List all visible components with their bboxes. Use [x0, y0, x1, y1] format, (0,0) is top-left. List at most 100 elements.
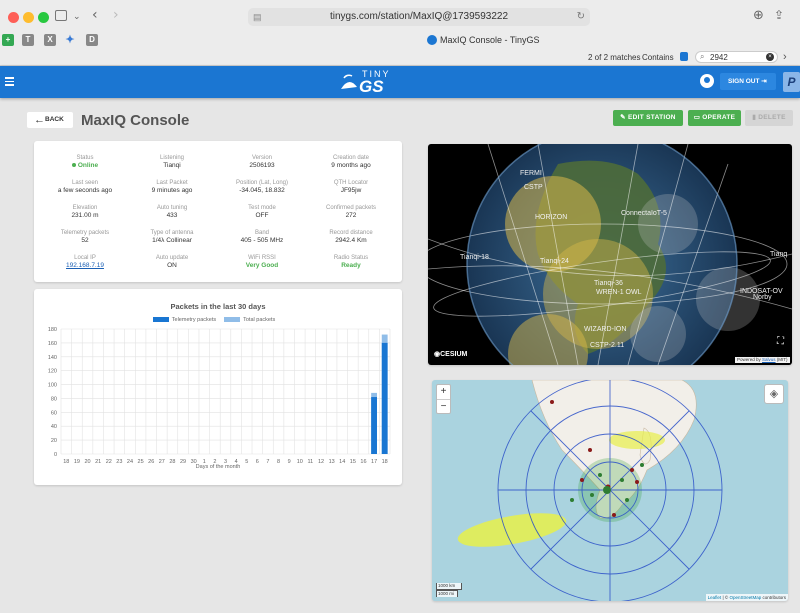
info-field: Elevation 231.00 m	[40, 204, 130, 220]
y-tick-label: 160	[48, 341, 57, 347]
fullscreen-icon[interactable]: ⛶	[777, 337, 787, 347]
zoom-window-button[interactable]	[38, 12, 49, 23]
account-icon[interactable]	[700, 74, 714, 88]
favorite-t-icon[interactable]: T	[22, 34, 34, 46]
satellite-label[interactable]: HORIZON	[535, 214, 567, 222]
favorite-x-icon[interactable]: X	[44, 34, 56, 46]
y-tick-label: 180	[48, 327, 57, 333]
find-next-icon[interactable]: ›	[783, 51, 787, 63]
credit-suffix: (MIT)	[776, 357, 788, 362]
back-button[interactable]: ← BACK	[27, 112, 73, 128]
info-value: Online	[40, 162, 130, 170]
satellite-label[interactable]: CSTP-2.11	[590, 342, 624, 350]
y-tick-label: 80	[51, 396, 57, 402]
operate-button[interactable]: ▭ OPERATE	[688, 110, 741, 126]
chart-x-label: Days of the month	[195, 464, 241, 470]
satellite-label[interactable]: FERMI	[520, 170, 542, 178]
info-value: JF95jw	[340, 187, 362, 194]
back-arrow-icon[interactable]: ‹	[92, 8, 98, 22]
scale-km: 1000 km	[436, 583, 462, 590]
reload-icon[interactable]: ↻	[577, 8, 585, 26]
edit-station-label: EDIT STATION	[628, 114, 676, 121]
info-value: 405 - 505 MHz	[240, 237, 284, 244]
satellite-label[interactable]: Tianqi-24	[540, 258, 569, 266]
find-bar: 2 of 2 matches Contains ⌕ 2942 × ›	[0, 50, 800, 66]
page-settings-icon[interactable]: ▤	[253, 8, 262, 26]
menu-icon[interactable]	[5, 77, 14, 86]
info-label: Last seen	[71, 180, 99, 186]
y-tick-label: 140	[48, 355, 57, 361]
favorite-d-icon[interactable]: D	[86, 34, 98, 46]
tinygs-logo[interactable]: TINY GS	[338, 69, 394, 97]
y-tick-label: 60	[51, 410, 57, 416]
browser-chrome: ⌄ ‹ › ▤ tinygs.com/station/MaxIQ@1739593…	[0, 0, 800, 66]
zoom-out-button[interactable]: −	[437, 400, 450, 414]
osm-link[interactable]: OpenStreetMap	[729, 595, 761, 600]
info-label: Listening	[159, 155, 185, 161]
favorite-star-icon[interactable]: ✦	[64, 34, 76, 46]
coverage-map-canvas[interactable]	[432, 380, 788, 601]
sidebar-icon[interactable]	[55, 10, 67, 21]
satellite-label[interactable]: CSTP	[524, 184, 543, 192]
info-label: Status	[76, 155, 94, 161]
leaflet-link[interactable]: Leaflet	[708, 595, 722, 600]
satellite-label[interactable]: WIZARD-ION	[584, 326, 626, 334]
share-icon[interactable]: ⇪	[774, 8, 784, 22]
sign-out-button[interactable]: SIGN OUT ⇥	[720, 73, 776, 90]
info-label: Confirmed packets	[325, 205, 377, 211]
cesium-text: CESIUM	[440, 351, 468, 358]
forward-arrow-icon[interactable]: ›	[113, 8, 119, 22]
find-mode-chevron-icon[interactable]	[680, 52, 688, 61]
credit-link[interactable]: Salvus	[762, 357, 776, 362]
coverage-map[interactable]: + − ◈ 1000 km 1000 mi Leaflet | © OpenSt…	[432, 380, 788, 601]
info-field: QTH Locator JF95jw	[306, 179, 396, 195]
satellite-label[interactable]: WREN-1 OWL	[596, 289, 642, 297]
station-info-card: Status Online Listening Tianqi Version 250619…	[34, 141, 402, 282]
clear-find-icon[interactable]: ×	[766, 53, 774, 61]
satellite-label[interactable]: Tianq	[770, 251, 787, 259]
logo-gs-text: GS	[359, 77, 384, 96]
status-online-icon	[71, 163, 76, 168]
edit-station-button[interactable]: ✎ EDIT STATION	[613, 110, 683, 126]
info-field: Last Packet 9 minutes ago	[127, 179, 217, 195]
extension-p-icon[interactable]: P	[783, 72, 800, 92]
info-field: Last seen a few seconds ago	[40, 179, 130, 195]
minimize-window-button[interactable]	[23, 12, 34, 23]
favorite-sheets-icon[interactable]: +	[2, 34, 14, 46]
info-label: QTH Locator	[333, 180, 369, 186]
bar-telemetry-packets	[381, 342, 388, 454]
satellite-label[interactable]: ConnectaIoT-5	[621, 210, 667, 218]
info-field: Auto tuning 433	[127, 204, 217, 220]
zoom-in-button[interactable]: +	[437, 385, 450, 400]
info-value: 9 months ago	[331, 162, 371, 169]
chevron-down-icon[interactable]: ⌄	[73, 10, 81, 24]
back-label: BACK	[45, 116, 64, 123]
sign-out-label: SIGN OUT	[728, 78, 760, 85]
cesium-logo[interactable]: ◉CESIUM	[434, 351, 467, 359]
find-input[interactable]: ⌕ 2942 ×	[695, 51, 778, 63]
address-bar[interactable]: ▤ tinygs.com/station/MaxIQ@1739593222 ↻	[248, 8, 590, 26]
info-label: Test mode	[248, 205, 276, 211]
satellite-label[interactable]: Norby	[753, 294, 772, 302]
tab-favicon	[427, 35, 437, 45]
satellite-label[interactable]: Tianqi-36	[594, 280, 623, 288]
info-field: Confirmed packets 272	[306, 204, 396, 220]
info-label: Creation date	[332, 155, 370, 161]
trash-icon: ▮	[752, 114, 757, 121]
close-window-button[interactable]	[8, 12, 19, 23]
info-value[interactable]: 192.168.7.19	[40, 262, 130, 270]
station-page: ← BACK MaxIQ Console ✎ EDIT STATION ▭ OP…	[0, 98, 800, 613]
y-tick-label: 40	[51, 424, 57, 430]
download-icon[interactable]: ⊕	[753, 9, 764, 23]
satellite-label[interactable]: Tianqi-18	[460, 254, 489, 262]
layers-icon[interactable]: ◈	[764, 384, 784, 404]
tab-title[interactable]: MaxIQ Console - TinyGS	[440, 34, 540, 46]
info-label: Auto tuning	[156, 205, 188, 211]
find-mode-select[interactable]: Contains	[642, 53, 674, 62]
delete-button[interactable]: ▮ DELETE	[745, 110, 793, 126]
info-value: Very Good	[245, 262, 279, 269]
globe-card[interactable]: FERMI CSTP HORIZON ConnectaIoT-5 Tianqi-18 Ti…	[428, 144, 792, 365]
app-header: TINY GS SIGN OUT ⇥ P	[0, 66, 800, 98]
packets-chart: 02040608010012014016018018 19 20 21 22 23 24 25…	[48, 327, 391, 465]
info-field: Type of antenna 1/4λ Collinear	[127, 229, 217, 245]
